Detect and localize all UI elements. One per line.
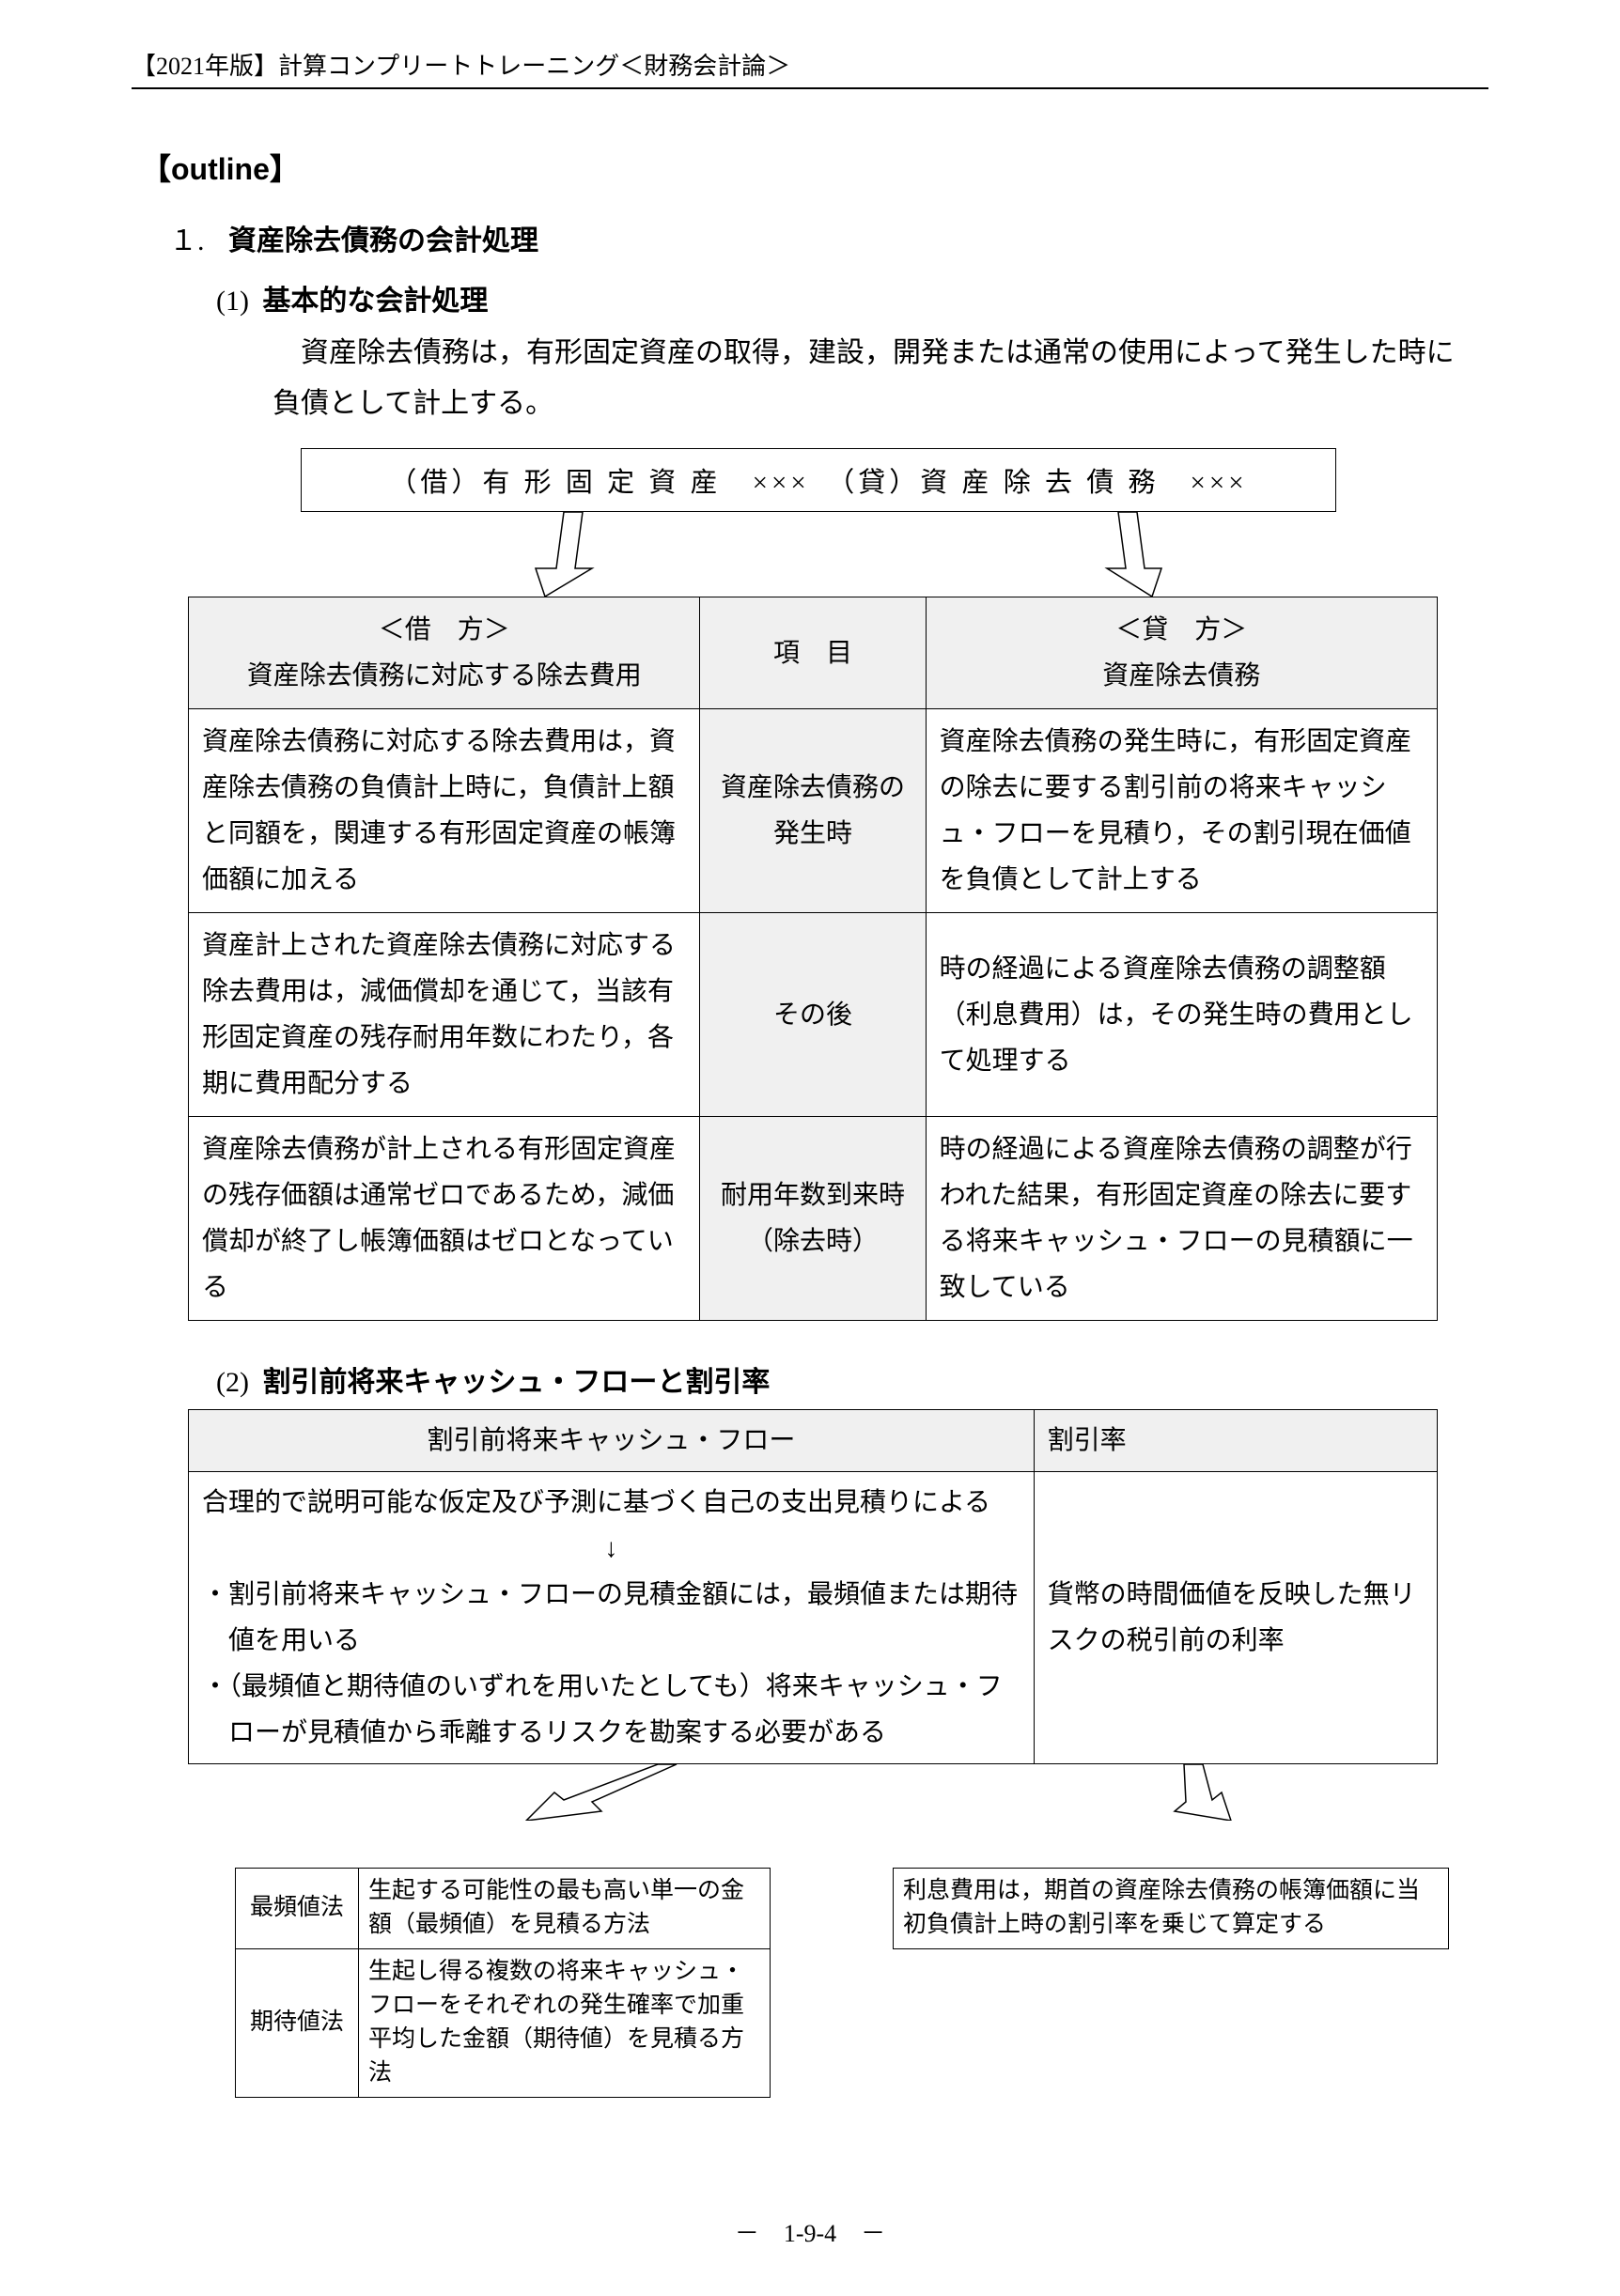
cell-item-0: 資産除去債務の発生時	[700, 709, 926, 913]
cell-debit-0: 資産除去債務に対応する除去費用は，資産除去債務の負債計上時に，負債計上額と同額を…	[189, 709, 700, 913]
arrows-from-journal	[301, 512, 1297, 597]
th-debit-line1: ＜借 方＞	[202, 607, 686, 653]
cf-th-left: 割引前将来キャッシュ・フロー	[189, 1410, 1035, 1472]
page-footer: － 1-9-4 －	[0, 2214, 1620, 2249]
cf-right-cell: 貨幣の時間価値を反映した無リスクの税引前の利率	[1034, 1472, 1437, 1764]
subsection-1-heading: (1) 基本的な会計処理	[216, 277, 1488, 318]
cell-item-2: 耐用年数到来時（除去時）	[700, 1117, 926, 1321]
cell-debit-2: 資産除去債務が計上される有形固定資産の残存価額は通常ゼロであるため，減価償却が終…	[189, 1117, 700, 1321]
cell-credit-1: 時の経過による資産除去債務の調整額（利息費用）は，その発生時の費用として処理する	[926, 913, 1437, 1117]
th-credit-line1: ＜貸 方＞	[940, 607, 1424, 653]
journal-entry-box: （借）有 形 固 定 資 産 ××× （貸）資 産 除 去 債 務 ×××	[301, 448, 1336, 512]
down-arrow-icon: ↓	[202, 1526, 1020, 1572]
cf-line3: ・（最頻値と期待値のいずれを用いたとしても）将来キャッシュ・フローが見積値から乖…	[228, 1664, 1020, 1756]
arrow-down-to-methods-icon	[526, 1764, 677, 1821]
outline-heading: 【outline】	[141, 146, 1488, 189]
page-header: 【2021年版】計算コンプリートトレーニング＜財務会計論＞	[132, 47, 1488, 82]
cell-item-1: その後	[700, 913, 926, 1117]
method-text-2: 生起し得る複数の将来キャッシュ・フローをそれぞれの発生確率で加重平均した金額（期…	[359, 1948, 771, 2097]
th-debit: ＜借 方＞ 資産除去債務に対応する除去費用	[189, 597, 700, 709]
method-table: 最頻値法 生起する可能性の最も高い単一の金額（最頻値）を見積る方法 期待値法 生…	[235, 1868, 771, 2098]
sub1-num: (1)	[216, 286, 249, 317]
table-row: 資産計上された資産除去債務に対応する除去費用は，減価償却を通じて，当該有形固定資…	[189, 913, 1438, 1117]
section-1-title: 資産除去債務の会計処理	[228, 225, 538, 256]
cf-line2: ・割引前将来キャッシュ・フローの見積金額には，最頻値または期待値を用いる	[228, 1572, 1020, 1664]
section-1-heading: １. 資産除去債務の会計処理	[169, 217, 1488, 258]
table-row: 資産除去債務に対応する除去費用は，資産除去債務の負債計上時に，負債計上額と同額を…	[189, 709, 1438, 913]
sub1-title: 基本的な会計処理	[262, 286, 488, 317]
table-row: 最頻値法 生起する可能性の最も高い単一の金額（最頻値）を見積る方法	[236, 1869, 771, 1949]
table-row: 期待値法 生起し得る複数の将来キャッシュ・フローをそれぞれの発生確率で加重平均し…	[236, 1948, 771, 2097]
method-label-2: 期待値法	[236, 1948, 359, 2097]
th-credit: ＜貸 方＞ 資産除去債務	[926, 597, 1437, 709]
th-debit-line2: 資産除去債務に対応する除去費用	[202, 653, 686, 699]
cashflow-table: 割引前将来キャッシュ・フロー 割引率 合理的で説明可能な仮定及び予測に基づく自己…	[188, 1409, 1438, 1764]
cf-th-right: 割引率	[1034, 1410, 1437, 1472]
sub1-paragraph: 資産除去債務は，有形固定資産の取得，建設，開発または通常の使用によって発生した時…	[273, 328, 1479, 429]
arrow-down-right-icon	[1107, 512, 1161, 597]
main-table: ＜借 方＞ 資産除去債務に対応する除去費用 項 目 ＜貸 方＞ 資産除去債務 資…	[188, 597, 1438, 1321]
th-item: 項 目	[700, 597, 926, 709]
th-credit-line2: 資産除去債務	[940, 653, 1424, 699]
arrow-down-left-icon	[536, 512, 592, 597]
method-label-1: 最頻値法	[236, 1869, 359, 1949]
arrows-from-cf-table	[188, 1764, 1438, 1821]
interest-note-box: 利息費用は，期首の資産除去債務の帳簿価額に当初負債計上時の割引率を乗じて算定する	[893, 1868, 1449, 1949]
cell-debit-1: 資産計上された資産除去債務に対応する除去費用は，減価償却を通じて，当該有形固定資…	[189, 913, 700, 1117]
cf-line1: 合理的で説明可能な仮定及び予測に基づく自己の支出見積りによる	[202, 1480, 1020, 1526]
sub2-num: (2)	[216, 1367, 249, 1398]
arrow-down-to-interest-icon	[1175, 1764, 1231, 1821]
subsection-2-heading: (2) 割引前将来キャッシュ・フローと割引率	[216, 1358, 1488, 1400]
cell-credit-2: 時の経過による資産除去債務の調整が行われた結果，有形固定資産の除去に要する将来キ…	[926, 1117, 1437, 1321]
table-row: 資産除去債務が計上される有形固定資産の残存価額は通常ゼロであるため，減価償却が終…	[189, 1117, 1438, 1321]
cell-credit-0: 資産除去債務の発生時に，有形固定資産の除去に要する割引前の将来キャッシュ・フロー…	[926, 709, 1437, 913]
cf-left-cell: 合理的で説明可能な仮定及び予測に基づく自己の支出見積りによる ↓ ・割引前将来キ…	[189, 1472, 1035, 1764]
method-text-1: 生起する可能性の最も高い単一の金額（最頻値）を見積る方法	[359, 1869, 771, 1949]
section-1-num: １.	[169, 225, 205, 256]
sub2-title: 割引前将来キャッシュ・フローと割引率	[262, 1367, 770, 1398]
header-rule	[132, 87, 1488, 89]
